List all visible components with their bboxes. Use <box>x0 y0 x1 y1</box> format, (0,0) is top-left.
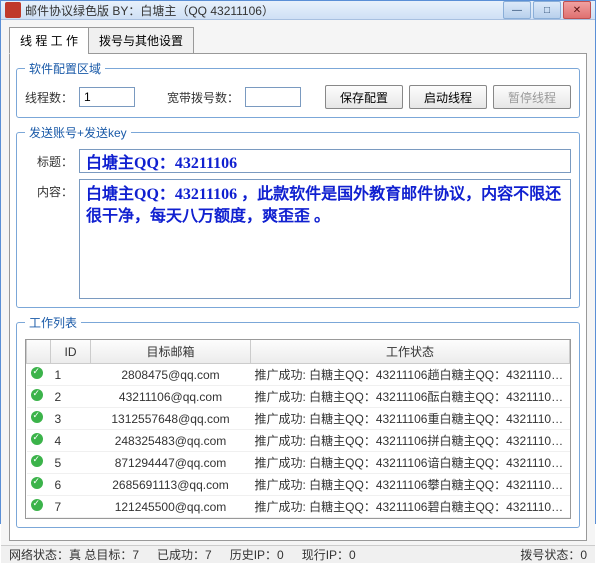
table-row[interactable]: 243211106@qq.com推广成功: 白糖主QQ：43211106酝白糖主… <box>27 386 570 408</box>
app-window: 邮件协议绿色版 BY：白塘主（QQ 43211106） — □ ✕ 线 程 工 … <box>0 0 596 524</box>
status-done: 已成功：7 <box>157 546 212 563</box>
cell-mail: 871294447@qq.com <box>91 452 251 474</box>
worklist-table: ID 目标邮箱 工作状态 12808475@qq.com推广成功: 白糖主QQ：… <box>26 340 570 518</box>
content-textarea[interactable] <box>79 179 571 299</box>
worklist-table-wrap[interactable]: ID 目标邮箱 工作状态 12808475@qq.com推广成功: 白糖主QQ：… <box>25 339 571 519</box>
status-net: 网络状态：真 总目标：7 <box>9 546 139 563</box>
worklist-legend: 工作列表 <box>25 314 81 331</box>
tab-body: 软件配置区域 线程数： 宽带拨号数： 保存配置 启动线程 暂停线程 发送账号+发… <box>9 53 587 541</box>
thread-count-label: 线程数： <box>25 89 73 106</box>
title-label: 标题： <box>25 149 73 173</box>
table-row[interactable]: 12808475@qq.com推广成功: 白糖主QQ：43211106趟白糖主Q… <box>27 364 570 386</box>
cell-id: 7 <box>51 496 91 518</box>
window-title: 邮件协议绿色版 BY：白塘主（QQ 43211106） <box>25 2 503 19</box>
tab-dial-settings[interactable]: 拨号与其他设置 <box>88 27 194 54</box>
status-hist-ip: 历史IP：0 <box>230 546 284 563</box>
title-input[interactable] <box>79 149 571 173</box>
cell-mail: 43211106@qq.com <box>91 386 251 408</box>
cell-status: 推广成功: 白糖主QQ：43211106酝白糖主QQ：43211106 ，此款软… <box>251 386 570 408</box>
cell-id: 5 <box>51 452 91 474</box>
cell-id: 4 <box>51 430 91 452</box>
col-header-status[interactable]: 工作状态 <box>251 340 570 364</box>
cell-mail: 2808475@qq.com <box>91 364 251 386</box>
status-bar: 网络状态：真 总目标：7 已成功：7 历史IP：0 现行IP：0 拨号状态：0 <box>1 545 595 563</box>
cell-id: 3 <box>51 408 91 430</box>
table-row[interactable]: 31312557648@qq.com推广成功: 白糖主QQ：43211106重白… <box>27 408 570 430</box>
close-button[interactable]: ✕ <box>563 1 591 19</box>
success-icon <box>31 367 43 379</box>
success-icon <box>31 477 43 489</box>
col-header-id[interactable]: ID <box>51 340 91 364</box>
table-row[interactable]: 7121245500@qq.com推广成功: 白糖主QQ：43211106碧白糖… <box>27 496 570 518</box>
col-header-icon[interactable] <box>27 340 51 364</box>
tab-thread-work[interactable]: 线 程 工 作 <box>9 27 89 54</box>
cell-mail: 248325483@qq.com <box>91 430 251 452</box>
success-icon <box>31 433 43 445</box>
cell-id: 1 <box>51 364 91 386</box>
titlebar[interactable]: 邮件协议绿色版 BY：白塘主（QQ 43211106） — □ ✕ <box>1 1 595 20</box>
col-header-mail[interactable]: 目标邮箱 <box>91 340 251 364</box>
status-dial: 拨号状态：0 <box>520 546 587 563</box>
minimize-button[interactable]: — <box>503 1 531 19</box>
pause-thread-button[interactable]: 暂停线程 <box>493 85 571 109</box>
app-icon <box>5 2 21 18</box>
maximize-button[interactable]: □ <box>533 1 561 19</box>
success-icon <box>31 499 43 511</box>
config-legend: 软件配置区域 <box>25 60 105 77</box>
config-group: 软件配置区域 线程数： 宽带拨号数： 保存配置 启动线程 暂停线程 <box>16 60 580 118</box>
table-row[interactable]: 4248325483@qq.com推广成功: 白糖主QQ：43211106拼白糖… <box>27 430 570 452</box>
tab-strip: 线 程 工 作 拨号与其他设置 <box>9 26 587 53</box>
success-icon <box>31 389 43 401</box>
table-row[interactable]: 5871294447@qq.com推广成功: 白糖主QQ：43211106谙白糖… <box>27 452 570 474</box>
save-config-button[interactable]: 保存配置 <box>325 85 403 109</box>
send-group: 发送账号+发送key 标题： 内容： <box>16 124 580 308</box>
table-row[interactable]: 62685691113@qq.com推广成功: 白糖主QQ：43211106攀白… <box>27 474 570 496</box>
success-icon <box>31 411 43 423</box>
cell-mail: 2685691113@qq.com <box>91 474 251 496</box>
cell-mail: 1312557648@qq.com <box>91 408 251 430</box>
cell-status: 推广成功: 白糖主QQ：43211106趟白糖主QQ：43211106 ，此款软… <box>251 364 570 386</box>
content-label: 内容： <box>25 179 73 299</box>
start-thread-button[interactable]: 启动线程 <box>409 85 487 109</box>
send-legend: 发送账号+发送key <box>25 124 131 141</box>
thread-count-input[interactable] <box>79 87 135 107</box>
cell-status: 推广成功: 白糖主QQ：43211106重白糖主QQ：43211106 ，此款软… <box>251 408 570 430</box>
cell-status: 推广成功: 白糖主QQ：43211106碧白糖主QQ：43211106 ，此款软… <box>251 496 570 518</box>
dial-count-label: 宽带拨号数： <box>167 89 239 106</box>
cell-id: 6 <box>51 474 91 496</box>
cell-id: 2 <box>51 386 91 408</box>
cell-status: 推广成功: 白糖主QQ：43211106拼白糖主QQ：43211106 ，此款软… <box>251 430 570 452</box>
dial-count-input[interactable] <box>245 87 301 107</box>
status-cur-ip: 现行IP：0 <box>302 546 356 563</box>
cell-status: 推广成功: 白糖主QQ：43211106攀白糖主QQ：43211106 ，此款软… <box>251 474 570 496</box>
client-area: 线 程 工 作 拨号与其他设置 软件配置区域 线程数： 宽带拨号数： 保存配置 … <box>1 20 595 545</box>
cell-status: 推广成功: 白糖主QQ：43211106谙白糖主QQ：43211106 ，此款软… <box>251 452 570 474</box>
worklist-group: 工作列表 ID 目标邮箱 工作状态 12808475@qq.com推 <box>16 314 580 528</box>
success-icon <box>31 455 43 467</box>
cell-mail: 121245500@qq.com <box>91 496 251 518</box>
